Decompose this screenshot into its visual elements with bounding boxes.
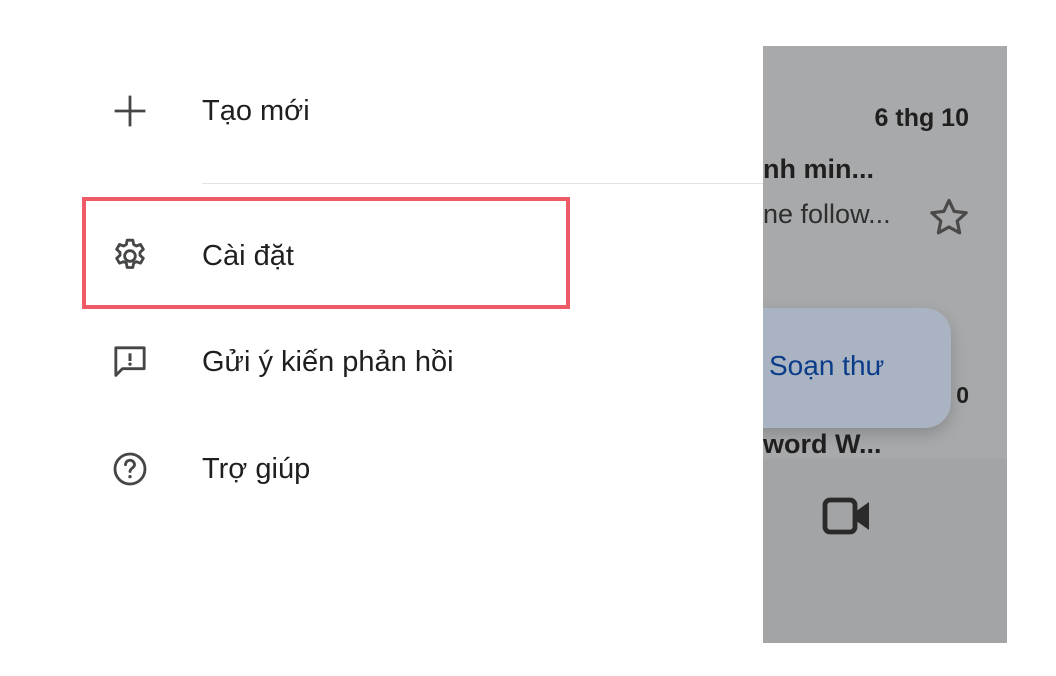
- unread-count: 0: [956, 382, 969, 408]
- feedback-icon: [110, 342, 150, 382]
- email-subject: nh min...: [763, 154, 874, 184]
- background-scrim[interactable]: 6 thg 10 nh min... ne follow... Soạn thư…: [763, 46, 1007, 643]
- menu-item-feedback[interactable]: Gửi ý kiến phản hồi: [80, 327, 760, 397]
- menu-item-label: Gửi ý kiến phản hồi: [202, 345, 454, 378]
- divider: [202, 183, 763, 184]
- star-icon: [930, 198, 968, 235]
- highlight-box: [82, 197, 570, 309]
- video-icon: [822, 497, 869, 535]
- email-subject-2: word W...: [763, 429, 882, 459]
- bottom-nav-bar: [763, 459, 1007, 643]
- menu-item-label: Tạo mới: [202, 94, 310, 127]
- menu-item-new[interactable]: Tạo mới: [80, 76, 760, 146]
- help-icon: [110, 449, 150, 489]
- navigation-drawer: Tạo mới Cài đặt Gửi ý kiến phản hồi Trợ …: [0, 0, 763, 676]
- menu-item-label: Trợ giúp: [202, 452, 311, 485]
- plus-icon: [110, 91, 150, 131]
- email-snippet: ne follow...: [763, 199, 891, 229]
- email-date: 6 thg 10: [874, 104, 969, 132]
- compose-label: Soạn thư: [769, 350, 885, 381]
- menu-item-help[interactable]: Trợ giúp: [80, 434, 760, 504]
